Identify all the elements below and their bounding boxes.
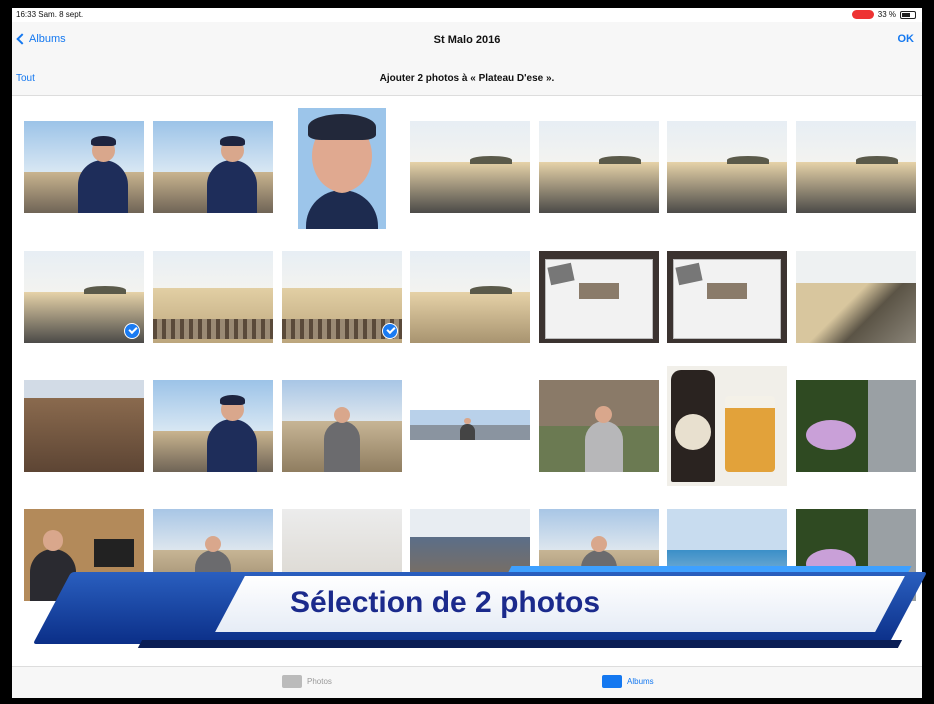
selected-check-icon (382, 323, 398, 339)
person-shape (207, 418, 258, 472)
island-shape (856, 155, 898, 164)
tab-albums-label: Albums (627, 677, 654, 686)
recording-indicator-icon (851, 10, 874, 19)
photo-thumbnail[interactable] (539, 380, 659, 472)
head-shape (595, 405, 613, 424)
status-time: 16:33 Sam. 8 sept. (16, 10, 84, 19)
tab-photos[interactable]: Photos (282, 675, 332, 688)
sky-area (796, 251, 916, 284)
status-bar: 16:33 Sam. 8 sept. 33 % (12, 8, 922, 22)
photo-thumbnail[interactable] (539, 121, 659, 213)
photo-thumbnail[interactable] (667, 366, 787, 486)
cap-shape (90, 135, 116, 147)
island-shape (84, 285, 126, 294)
head-shape (42, 530, 64, 552)
island-shape (727, 155, 769, 164)
bottle-label (675, 414, 711, 450)
sky-area (796, 121, 916, 163)
photo-thumbnail[interactable] (796, 380, 916, 472)
person-shape (306, 190, 378, 229)
ground-area (796, 283, 916, 343)
island-shape (599, 155, 641, 164)
ground-area (796, 162, 916, 213)
photo-thumbnail[interactable] (667, 251, 787, 343)
battery-percent: 33 % (877, 10, 896, 19)
person-shape (584, 421, 623, 472)
tab-albums[interactable]: Albums (602, 675, 654, 688)
sky-area (282, 251, 402, 288)
banner-caption: Sélection de 2 photos (290, 586, 601, 619)
ground-area (410, 162, 530, 213)
poster-map (707, 283, 747, 299)
photo-thumbnail[interactable] (796, 251, 916, 343)
photo-thumbnail[interactable] (24, 380, 144, 472)
photo-thumbnail[interactable] (539, 251, 659, 343)
wall-shape (868, 380, 916, 472)
sky-area (153, 121, 273, 172)
person-shape (460, 423, 475, 440)
head-shape (204, 535, 222, 552)
person-shape (78, 159, 129, 213)
photo-thumbnail[interactable] (298, 108, 386, 229)
navigation-bar: Albums St Malo 2016 OK (12, 22, 922, 62)
battery-icon (900, 10, 916, 19)
sky-area (410, 121, 530, 163)
cap-shape (308, 114, 376, 140)
sky-area (153, 380, 273, 431)
beer-glass (725, 396, 775, 472)
sky-area (153, 251, 273, 288)
sky-area (539, 121, 659, 163)
fence-shape (153, 319, 273, 339)
photo-thumbnail[interactable] (24, 121, 144, 213)
photo-thumbnail[interactable] (410, 121, 530, 213)
ground-area (667, 162, 787, 213)
head-shape (333, 406, 351, 423)
photo-thumbnail[interactable] (153, 251, 273, 343)
banner-shadow (137, 640, 903, 648)
poster-map (579, 283, 619, 299)
island-shape (470, 285, 512, 294)
sky-area (667, 509, 787, 551)
photo-thumbnail[interactable] (410, 410, 530, 440)
albums-icon (602, 675, 622, 688)
tab-bar: Photos Albums (12, 666, 922, 698)
sky-area (24, 251, 144, 293)
photo-thumbnail[interactable] (24, 251, 144, 343)
photo-thumbnail[interactable] (410, 251, 530, 343)
person-shape (207, 159, 258, 213)
photo-thumbnail[interactable] (153, 121, 273, 213)
castle-shape (24, 398, 144, 472)
selected-check-icon (124, 323, 140, 339)
tab-photos-label: Photos (307, 677, 332, 686)
photo-thumbnail[interactable] (282, 251, 402, 343)
ground-area (410, 292, 530, 343)
sky-area (24, 121, 144, 172)
sky-area (410, 509, 530, 537)
person-shape (324, 421, 360, 472)
photos-icon (282, 675, 302, 688)
page-title: St Malo 2016 (433, 34, 501, 46)
banner-stripe (508, 566, 912, 572)
cap-shape (219, 394, 245, 406)
photo-thumbnail[interactable] (153, 380, 273, 472)
done-button[interactable]: OK (898, 33, 915, 45)
flowers-shape (806, 420, 856, 450)
status-right: 33 % (851, 10, 916, 19)
photo-thumbnail[interactable] (282, 380, 402, 472)
cap-shape (219, 135, 245, 147)
selection-bar: Tout Ajouter 2 photos à « Plateau D'ese … (12, 62, 922, 96)
ground-area (539, 162, 659, 213)
head-shape (464, 417, 471, 425)
photo-thumbnail[interactable] (667, 121, 787, 213)
selection-prompt: Ajouter 2 photos à « Plateau D'ese ». (379, 73, 555, 84)
laptop-shape (94, 539, 134, 567)
photo-thumbnail[interactable] (796, 121, 916, 213)
video-caption-banner: Sélection de 2 photos (32, 566, 928, 652)
island-shape (470, 155, 512, 164)
head-shape (590, 535, 608, 552)
sky-area (667, 121, 787, 163)
sky-area (410, 251, 530, 293)
